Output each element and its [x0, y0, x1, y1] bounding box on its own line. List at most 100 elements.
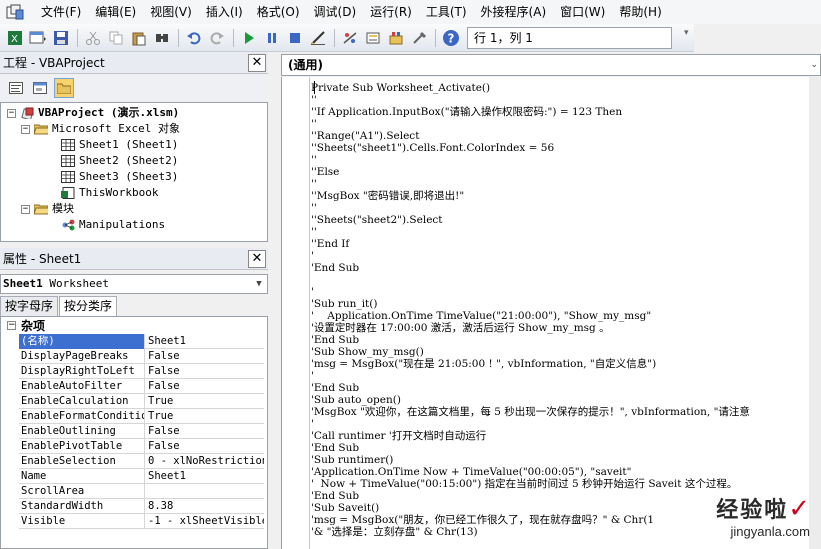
property-value[interactable]: -1 - xlSheetVisible [147, 514, 264, 529]
code-line[interactable]: 'Sub auto_open() [311, 394, 401, 406]
vbe-app-icon[interactable] [4, 3, 26, 21]
property-row[interactable]: EnablePivotTable False [19, 439, 264, 454]
property-value[interactable]: False [147, 349, 264, 364]
menu-debug[interactable]: 调试(D) [307, 0, 364, 24]
property-value[interactable] [147, 484, 264, 499]
code-line[interactable]: ''End If [311, 238, 349, 250]
code-line[interactable]: ''Else [311, 166, 339, 178]
collapse-icon[interactable]: − [21, 204, 30, 214]
reset-icon[interactable] [284, 27, 306, 49]
menu-tools[interactable]: 工具(T) [419, 0, 474, 24]
property-value[interactable]: False [147, 364, 264, 379]
code-line[interactable]: 'End Sub [311, 490, 359, 502]
close-icon[interactable]: ✕ [248, 54, 266, 72]
tab-alphabetic[interactable]: 按字母序 [0, 296, 59, 316]
tree-node-thisworkbook[interactable]: ThisWorkbook [61, 185, 158, 201]
find-icon[interactable] [151, 27, 173, 49]
tree-node-sheet1[interactable]: Sheet1 (Sheet1) [61, 137, 178, 153]
property-row[interactable]: (名称) Sheet1 [19, 334, 264, 349]
chevron-down-icon[interactable]: ⌄ [810, 55, 818, 75]
object-combo[interactable]: (通用) ⌄ [281, 54, 821, 76]
code-line[interactable]: 'Application.OnTime Now + TimeValue("00:… [311, 466, 631, 478]
code-line[interactable]: ' Now + TimeValue("00:15:00") 指定在当前时间过 5… [311, 478, 737, 490]
properties-icon[interactable] [362, 27, 384, 49]
tree-node-excel-objects[interactable]: − Microsoft Excel 对象 [21, 121, 180, 137]
code-line[interactable]: ' [311, 370, 314, 382]
property-row[interactable]: Name Sheet1 [19, 469, 264, 484]
property-row[interactable]: DisplayRightToLeft False [19, 364, 264, 379]
design-mode-icon[interactable] [307, 27, 329, 49]
code-line[interactable]: 'End Sub [311, 262, 359, 274]
save-icon[interactable] [50, 27, 72, 49]
properties-object-select[interactable]: Sheet1 Worksheet ▼ [0, 274, 268, 294]
property-value[interactable]: False [147, 424, 264, 439]
menu-run[interactable]: 运行(R) [363, 0, 419, 24]
property-value[interactable]: False [147, 439, 264, 454]
redo-icon[interactable] [206, 27, 228, 49]
property-row[interactable]: EnableOutlining False [19, 424, 264, 439]
property-value[interactable]: False [147, 379, 264, 394]
code-line[interactable]: ''If Application.InputBox("请输入操作权限密码:") … [311, 106, 622, 118]
code-line[interactable]: '' [311, 226, 317, 238]
code-line[interactable]: 'Sub run_it() [311, 298, 377, 310]
tree-node-modules[interactable]: − 模块 [21, 201, 74, 217]
code-line[interactable]: ' [311, 250, 314, 262]
property-value[interactable]: Sheet1 [147, 334, 264, 349]
property-row[interactable]: DisplayPageBreaks False [19, 349, 264, 364]
collapse-icon[interactable]: − [21, 124, 30, 134]
break-icon[interactable] [261, 27, 283, 49]
undo-icon[interactable] [183, 27, 205, 49]
property-value[interactable]: True [147, 409, 264, 424]
property-row[interactable]: EnableSelection 0 - xlNoRestrictions [19, 454, 264, 469]
toggle-folders-icon[interactable] [54, 78, 74, 98]
code-line[interactable]: '' [311, 202, 317, 214]
property-value[interactable]: 0 - xlNoRestrictions [147, 454, 264, 469]
code-line[interactable]: '' [311, 154, 317, 166]
run-icon[interactable] [238, 27, 260, 49]
menu-file[interactable]: 文件(F) [34, 0, 88, 24]
insert-userform-icon[interactable] [27, 27, 49, 49]
code-line[interactable]: '& "选择是：立刻存盘" & Chr(13) [311, 526, 478, 538]
tree-node-project[interactable]: − VBAProject (演示.xlsm) [7, 105, 179, 121]
code-line[interactable]: ' [311, 286, 314, 298]
property-value[interactable]: Sheet1 [147, 469, 264, 484]
code-line[interactable]: 'Call runtimer '打开文档时自动运行 [311, 430, 486, 442]
collapse-icon[interactable]: − [7, 108, 16, 118]
code-line[interactable]: ''Sheets("sheet2").Select [311, 214, 443, 226]
copy-icon[interactable] [105, 27, 127, 49]
property-row[interactable]: ScrollArea [19, 484, 264, 499]
menu-edit[interactable]: 编辑(E) [88, 0, 143, 24]
code-line[interactable]: 'Sub Saveit() [311, 502, 379, 514]
toolbar-options-icon[interactable]: ▾ [684, 28, 692, 48]
property-row[interactable]: EnableFormatConditionsTrue [19, 409, 264, 424]
tree-node-sheet2[interactable]: Sheet2 (Sheet2) [61, 153, 178, 169]
close-icon[interactable]: ✕ [248, 250, 266, 268]
view-code-icon[interactable] [6, 78, 26, 98]
cut-icon[interactable] [82, 27, 104, 49]
code-line[interactable]: '设置定时器在 17:00:00 激活，激活后运行 Show_my_msg 。 [311, 322, 610, 334]
code-line[interactable]: Private Sub Worksheet_Activate() [311, 82, 490, 94]
menu-insert[interactable]: 插入(I) [199, 0, 250, 24]
view-object-icon[interactable] [30, 78, 50, 98]
help-icon[interactable]: ? [440, 27, 462, 49]
menu-format[interactable]: 格式(O) [250, 0, 307, 24]
code-line[interactable]: 'Sub Show_my_msg() [311, 346, 424, 358]
vertical-scrollbar[interactable] [809, 77, 821, 549]
code-line[interactable]: '' [311, 94, 317, 106]
collapse-icon[interactable]: − [7, 321, 16, 330]
code-line[interactable]: 'End Sub [311, 334, 359, 346]
toolbox-icon[interactable] [408, 27, 430, 49]
code-line[interactable]: ' [311, 418, 314, 430]
object-browser-icon[interactable] [385, 27, 407, 49]
code-line[interactable]: ''MsgBox "密码错误,即将退出!" [311, 190, 464, 202]
property-row[interactable]: EnableAutoFilter False [19, 379, 264, 394]
code-line[interactable]: 'Sub runtimer() [311, 454, 393, 466]
code-line[interactable]: 'MsgBox "欢迎你，在这篇文档里，每 5 秒出现一次保存的提示！", vb… [311, 406, 750, 418]
code-line[interactable]: ''Range("A1").Select [311, 130, 419, 142]
property-category[interactable]: − 杂项 [1, 318, 267, 334]
code-line[interactable]: '' [311, 118, 317, 130]
property-row[interactable]: EnableCalculation True [19, 394, 264, 409]
menu-help[interactable]: 帮助(H) [612, 0, 668, 24]
property-row[interactable]: Visible -1 - xlSheetVisible [19, 514, 264, 529]
tree-node-module-manipulations[interactable]: Manipulations [61, 217, 165, 233]
